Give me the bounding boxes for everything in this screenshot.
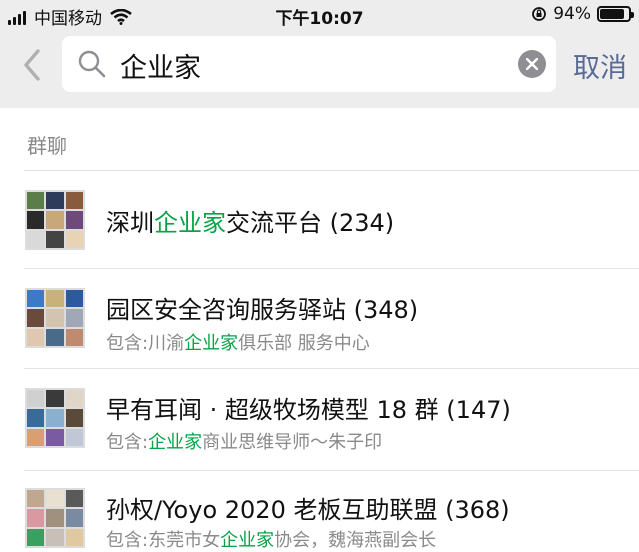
group-avatar (25, 288, 85, 348)
search-icon (78, 50, 106, 78)
cancel-button[interactable]: 取消 (573, 46, 627, 85)
status-bar: 中国移动 下午10:07 94% (0, 0, 639, 30)
group-title: 深圳企业家交流平台 (234) (106, 209, 395, 237)
list-item[interactable]: 孙权/Yoyo 2020 老板互助联盟 (368) 包含:东莞市女企业家协会，魏… (0, 470, 639, 551)
group-avatar (25, 190, 85, 250)
battery-percent: 94% (553, 4, 591, 24)
member-match: 包含:企业家商业思维导师～朱子印 (106, 432, 383, 453)
list-item[interactable]: 深圳企业家交流平台 (234) (0, 170, 639, 268)
search-input[interactable] (118, 46, 512, 84)
clear-icon[interactable] (518, 50, 546, 78)
list-item[interactable]: 园区安全咨询服务驿站 (348) 包含:川渝企业家俱乐部 服务中心 (0, 268, 639, 368)
list-item[interactable]: 早有耳闻 · 超级牧场模型 18 群 (147) 包含:企业家商业思维导师～朱子… (0, 368, 639, 470)
group-title: 园区安全咨询服务驿站 (348) (106, 296, 419, 324)
back-chevron-icon[interactable] (20, 48, 46, 82)
member-match: 包含:川渝企业家俱乐部 服务中心 (106, 333, 370, 354)
group-avatar (25, 388, 85, 448)
section-label-group-chats: 群聊 (27, 134, 67, 158)
battery-icon (597, 6, 634, 22)
member-match: 包含:东莞市女企业家协会，魏海燕副会长 (106, 530, 437, 551)
group-avatar (25, 488, 85, 548)
rotation-lock-icon (532, 7, 547, 21)
group-title: 孙权/Yoyo 2020 老板互助联盟 (368) (106, 496, 510, 524)
search-header: 中国移动 下午10:07 94% 企业家 取消 (0, 0, 639, 108)
search-bar[interactable] (62, 36, 556, 92)
group-title: 早有耳闻 · 超级牧场模型 18 群 (147) (106, 396, 511, 424)
